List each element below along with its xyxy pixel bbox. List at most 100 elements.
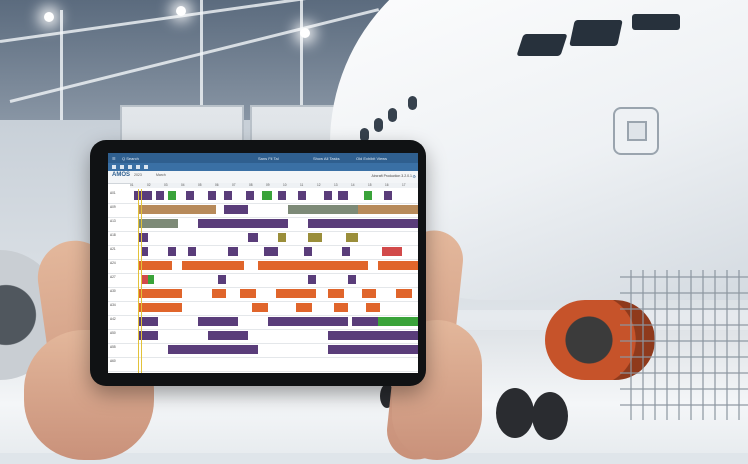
row-label: A18 <box>110 233 116 237</box>
menu-icon[interactable]: ☰ <box>112 156 116 161</box>
month-label: March <box>156 173 166 177</box>
task-bar[interactable] <box>364 191 372 200</box>
print-icon[interactable] <box>144 165 148 169</box>
gantt-row: A60 <box>108 357 418 372</box>
task-bar[interactable] <box>138 205 216 214</box>
task-bar[interactable] <box>228 247 238 256</box>
task-bar[interactable] <box>142 247 148 256</box>
task-bar[interactable] <box>198 317 238 326</box>
cabin-window <box>408 96 417 110</box>
task-bar[interactable] <box>324 191 332 200</box>
timeline-date: 02 <box>147 183 151 187</box>
task-bar[interactable] <box>208 191 216 200</box>
task-bar[interactable] <box>358 205 418 214</box>
gantt-row: A24 <box>108 259 418 274</box>
task-bar[interactable] <box>168 247 176 256</box>
task-bar[interactable] <box>378 317 418 326</box>
task-bar[interactable] <box>338 191 348 200</box>
task-bar[interactable] <box>138 303 182 312</box>
task-bar[interactable] <box>156 191 164 200</box>
search-label[interactable]: Q Search <box>122 156 139 161</box>
roof-truss <box>60 10 63 130</box>
task-bar[interactable] <box>224 205 248 214</box>
task-bar[interactable] <box>182 261 244 270</box>
gantt-row: A18 <box>108 231 418 246</box>
task-bar[interactable] <box>208 331 248 340</box>
task-bar[interactable] <box>308 275 316 284</box>
refresh-icon[interactable] <box>128 165 132 169</box>
timeline-date: 08 <box>249 183 253 187</box>
task-bar[interactable] <box>138 289 182 298</box>
task-bar[interactable] <box>328 345 418 354</box>
aircraft-hatch <box>613 107 659 155</box>
row-label: A60 <box>110 359 116 363</box>
task-bar[interactable] <box>278 191 286 200</box>
task-bar[interactable] <box>258 261 368 270</box>
task-bar[interactable] <box>378 261 418 270</box>
task-bar[interactable] <box>138 261 172 270</box>
task-bar[interactable] <box>382 247 402 256</box>
task-bar[interactable] <box>334 303 348 312</box>
timeline-date: 17 <box>402 183 406 187</box>
task-bar[interactable] <box>240 289 256 298</box>
center-label: Sans Fil Tal <box>258 156 279 161</box>
task-bar[interactable] <box>366 303 380 312</box>
row-label: A30 <box>110 289 116 293</box>
task-bar[interactable] <box>264 247 278 256</box>
task-bar[interactable] <box>288 205 358 214</box>
task-bar[interactable] <box>212 289 226 298</box>
task-bar[interactable] <box>298 191 306 200</box>
cabin-window <box>388 108 397 122</box>
task-bar[interactable] <box>304 247 312 256</box>
timeline-date: 11 <box>300 183 304 187</box>
task-bar[interactable] <box>246 191 254 200</box>
task-bar[interactable] <box>348 275 356 284</box>
timeline-date: 14 <box>351 183 355 187</box>
gantt-row: A42 <box>108 315 418 330</box>
row-label: A55 <box>110 345 116 349</box>
task-bar[interactable] <box>148 275 154 284</box>
home-icon[interactable] <box>112 165 116 169</box>
task-bar[interactable] <box>248 233 258 242</box>
gantt-row: A21 <box>108 245 418 260</box>
show-all-tasks-toggle[interactable]: Show All Tasks <box>313 156 340 161</box>
gantt-app-screen: ☰ Q Search Sans Fil Tal Show All Tasks O… <box>108 153 418 373</box>
task-bar[interactable] <box>278 233 286 242</box>
view-toggle[interactable]: Old Exhibit Views <box>356 156 387 161</box>
calendar-icon[interactable] <box>136 165 140 169</box>
task-bar[interactable] <box>308 219 418 228</box>
ceiling-lamp <box>176 6 186 16</box>
task-bar[interactable] <box>138 219 178 228</box>
task-bar[interactable] <box>134 191 144 200</box>
task-bar[interactable] <box>276 289 316 298</box>
task-bar[interactable] <box>296 303 312 312</box>
task-bar[interactable] <box>328 331 418 340</box>
task-bar[interactable] <box>262 191 272 200</box>
filter-icon[interactable] <box>120 165 124 169</box>
gantt-row: A01 <box>108 189 418 204</box>
row-label: A21 <box>110 247 116 251</box>
task-bar[interactable] <box>144 191 152 200</box>
task-bar[interactable] <box>168 345 258 354</box>
task-bar[interactable] <box>218 275 226 284</box>
settings-icon[interactable]: ⚙ <box>412 174 416 179</box>
task-bar[interactable] <box>186 191 194 200</box>
task-bar[interactable] <box>384 191 392 200</box>
task-bar[interactable] <box>268 317 348 326</box>
task-bar[interactable] <box>252 303 268 312</box>
timeline-date: 01 <box>130 183 134 187</box>
task-bar[interactable] <box>198 219 288 228</box>
task-bar[interactable] <box>188 247 196 256</box>
row-label: A50 <box>110 331 116 335</box>
task-bar[interactable] <box>168 191 176 200</box>
task-bar[interactable] <box>328 289 344 298</box>
task-bar[interactable] <box>342 247 350 256</box>
landing-gear-wheel <box>532 392 568 440</box>
task-bar[interactable] <box>396 289 412 298</box>
task-bar[interactable] <box>362 289 376 298</box>
task-bar[interactable] <box>308 233 322 242</box>
task-bar[interactable] <box>138 233 148 242</box>
task-bar[interactable] <box>224 191 232 200</box>
timeline-header: 01 02 03 04 05 06 07 08 09 10 11 12 13 14 15 16 17 <box>130 183 418 188</box>
task-bar[interactable] <box>346 233 358 242</box>
